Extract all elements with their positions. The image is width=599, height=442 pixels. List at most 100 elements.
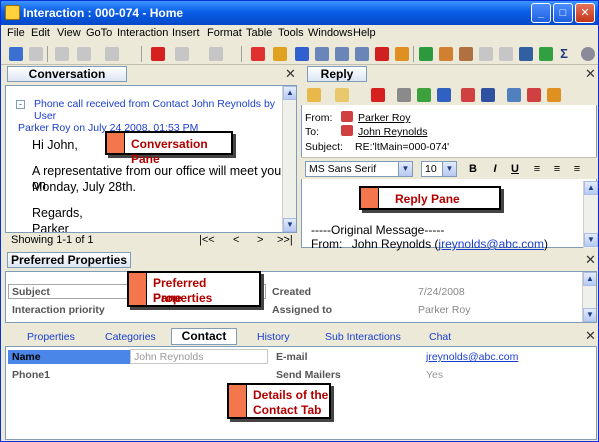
- italic-button[interactable]: I: [487, 161, 503, 177]
- menu-format[interactable]: Format: [207, 27, 242, 39]
- calendar-icon[interactable]: [335, 47, 349, 61]
- back-dropdown-icon[interactable]: [77, 47, 91, 61]
- scroll-down-icon[interactable]: ▼: [283, 218, 296, 232]
- font-size-select[interactable]: 10 ▼: [421, 161, 457, 177]
- scroll-up-icon[interactable]: ▲: [584, 181, 598, 195]
- monitor-icon[interactable]: [9, 47, 23, 61]
- assign-icon[interactable]: [175, 47, 189, 61]
- menu-tools[interactable]: Tools: [278, 27, 304, 39]
- align-center-icon[interactable]: ≡: [549, 161, 565, 177]
- conversation-entry-header[interactable]: - Phone call received from Contact John …: [16, 98, 288, 134]
- chevron-down-icon[interactable]: ▼: [398, 162, 412, 176]
- scroll-down-icon[interactable]: ▼: [584, 233, 598, 247]
- help-icon[interactable]: [581, 47, 595, 61]
- reply-toolbar: [301, 85, 597, 105]
- reply-green-icon[interactable]: [419, 47, 433, 61]
- pencil-icon[interactable]: [417, 88, 431, 102]
- user-blue-icon[interactable]: [295, 47, 309, 61]
- tab-contact[interactable]: Contact: [171, 328, 237, 345]
- previous-page-button[interactable]: <: [233, 234, 239, 246]
- created-value: 7/24/2008: [418, 286, 465, 298]
- details-close-icon[interactable]: ✕: [585, 329, 596, 342]
- user-red-icon[interactable]: [251, 47, 265, 61]
- kb-icon[interactable]: [527, 88, 541, 102]
- template-icon[interactable]: [437, 88, 451, 102]
- conversation-close-icon[interactable]: ✕: [285, 67, 296, 80]
- align-left-icon[interactable]: ≡: [529, 161, 545, 177]
- export-icon[interactable]: [479, 47, 493, 61]
- align-right-icon[interactable]: ≡: [569, 161, 585, 177]
- menu-file[interactable]: File: [7, 27, 25, 39]
- menu-windows[interactable]: Windows: [308, 27, 353, 39]
- transfer-icon[interactable]: [209, 47, 223, 61]
- bold-button[interactable]: B: [465, 161, 481, 177]
- menu-table[interactable]: Table: [246, 27, 272, 39]
- queue-icon[interactable]: [315, 47, 329, 61]
- scroll-up-icon[interactable]: ▲: [583, 272, 596, 286]
- attach-icon[interactable]: [397, 88, 411, 102]
- tab-properties[interactable]: Properties: [27, 331, 75, 343]
- address-book-icon[interactable]: [461, 88, 475, 102]
- menu-insert[interactable]: Insert: [172, 27, 200, 39]
- original-from-email[interactable]: jreynolds@abc.com: [438, 237, 544, 251]
- created-label: Created: [272, 286, 312, 298]
- collapse-icon[interactable]: -: [16, 100, 25, 109]
- window-icon[interactable]: [519, 47, 533, 61]
- menu-edit[interactable]: Edit: [31, 27, 50, 39]
- application-window: Interaction : 000-074 - Home _ □ ✕ File …: [0, 0, 599, 442]
- minimize-button[interactable]: _: [531, 3, 551, 23]
- tab-categories[interactable]: Categories: [105, 331, 156, 343]
- new-message-icon[interactable]: [307, 88, 321, 102]
- clock-icon[interactable]: [395, 47, 409, 61]
- contacts-icon[interactable]: [439, 47, 453, 61]
- email-value[interactable]: jreynolds@abc.com: [426, 351, 518, 363]
- refresh-icon[interactable]: [539, 47, 553, 61]
- tab-chat[interactable]: Chat: [429, 331, 451, 343]
- tab-sub-interactions[interactable]: Sub Interactions: [325, 331, 401, 343]
- menu-view[interactable]: View: [57, 27, 81, 39]
- sigma-icon[interactable]: Σ: [557, 47, 571, 61]
- back-icon[interactable]: [55, 47, 69, 61]
- preferred-scrollbar[interactable]: ▲ ▼: [582, 272, 596, 322]
- tab-history[interactable]: History: [257, 331, 290, 343]
- reply-scrollbar[interactable]: ▲ ▼: [583, 181, 598, 248]
- forward-icon[interactable]: [105, 47, 119, 61]
- maximize-button[interactable]: □: [553, 3, 573, 23]
- preferred-close-icon[interactable]: ✕: [585, 253, 596, 266]
- menu-interaction[interactable]: Interaction: [117, 27, 168, 39]
- reply-close-icon[interactable]: ✕: [585, 67, 596, 80]
- delete-icon[interactable]: [151, 47, 165, 61]
- last-page-button[interactable]: >>|: [277, 234, 293, 246]
- envelope-icon[interactable]: [335, 88, 349, 102]
- import-icon[interactable]: [499, 47, 513, 61]
- reply-to-value[interactable]: John Reynolds: [358, 126, 427, 138]
- menu-help[interactable]: Help: [353, 27, 376, 39]
- scroll-down-icon[interactable]: ▼: [583, 308, 596, 322]
- team-icon[interactable]: [459, 47, 473, 61]
- font-name-select[interactable]: MS Sans Serif ▼: [305, 161, 413, 177]
- font-name-value: MS Sans Serif: [309, 163, 377, 175]
- stop-icon[interactable]: [375, 47, 389, 61]
- chevron-down-icon[interactable]: ▼: [442, 162, 456, 176]
- preferred-properties-tab[interactable]: Preferred Properties: [7, 252, 131, 268]
- spellcheck-icon[interactable]: [507, 88, 521, 102]
- conversation-scrollbar[interactable]: ▲ ▼: [282, 86, 296, 232]
- user-yellow-icon[interactable]: [273, 47, 287, 61]
- scroll-up-icon[interactable]: ▲: [283, 86, 296, 100]
- insert-icon[interactable]: [481, 88, 495, 102]
- save-icon[interactable]: [29, 47, 43, 61]
- task-icon[interactable]: [355, 47, 369, 61]
- next-page-button[interactable]: >: [257, 234, 263, 246]
- reply-from-value[interactable]: Parker Roy: [358, 112, 411, 124]
- bulb-icon[interactable]: [547, 88, 561, 102]
- menu-goto[interactable]: GoTo: [86, 27, 112, 39]
- title-bar[interactable]: Interaction : 000-074 - Home _ □ ✕: [1, 1, 598, 25]
- conversation-tab[interactable]: Conversation: [7, 66, 127, 82]
- main-toolbar: Σ: [1, 43, 598, 65]
- discard-icon[interactable]: [371, 88, 385, 102]
- reply-subject-value[interactable]: RE:'ltMain=000-074': [355, 141, 449, 153]
- reply-tab[interactable]: Reply: [307, 66, 367, 82]
- close-window-button[interactable]: ✕: [575, 3, 595, 23]
- underline-button[interactable]: U: [507, 161, 523, 177]
- first-page-button[interactable]: |<<: [199, 234, 215, 246]
